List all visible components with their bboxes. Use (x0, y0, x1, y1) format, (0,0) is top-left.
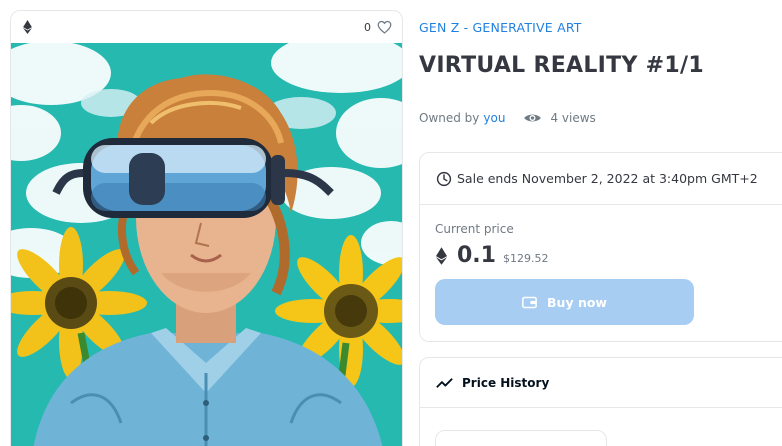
buy-now-label: Buy now (547, 294, 607, 310)
eye-icon (524, 114, 542, 122)
views-count: 4 views (550, 111, 596, 125)
ethereum-icon (23, 20, 32, 34)
item-title: VIRTUAL REALITY #1/1 (419, 53, 704, 78)
heart-icon[interactable] (377, 20, 392, 34)
trending-icon (436, 377, 453, 388)
price-usd: $129.52 (502, 252, 549, 265)
favorite-count: 0 (364, 20, 371, 34)
owner-row: Owned by you 4 views (419, 111, 596, 125)
price-history-title: Price History (462, 375, 550, 390)
sale-end-text: Sale ends November 2, 2022 at 3:40pm GMT… (457, 171, 758, 186)
sale-panel: Sale ends November 2, 2022 at 3:40pm GMT… (419, 152, 782, 342)
artwork-topbar: 0 (11, 11, 402, 43)
clock-icon (436, 171, 452, 186)
buy-now-button[interactable]: Buy now (435, 279, 694, 325)
price-history-period-select[interactable] (435, 430, 607, 446)
price-history-header[interactable]: Price History (420, 358, 782, 408)
wallet-icon (522, 296, 537, 308)
artwork-image[interactable] (11, 43, 402, 446)
favorite-control: 0 (364, 20, 392, 34)
ethereum-icon (436, 246, 447, 265)
owned-by-label: Owned by (419, 111, 480, 125)
price-row: 0.1 $129.52 (436, 243, 548, 268)
price-eth: 0.1 (457, 243, 496, 268)
price-history-panel: Price History (419, 357, 782, 446)
current-price-label: Current price (435, 222, 514, 236)
owner-link[interactable]: you (483, 111, 505, 125)
sale-end-header: Sale ends November 2, 2022 at 3:40pm GMT… (420, 153, 782, 205)
artwork-card: 0 (10, 10, 403, 446)
collection-link[interactable]: GEN Z - GENERATIVE ART (419, 20, 582, 35)
